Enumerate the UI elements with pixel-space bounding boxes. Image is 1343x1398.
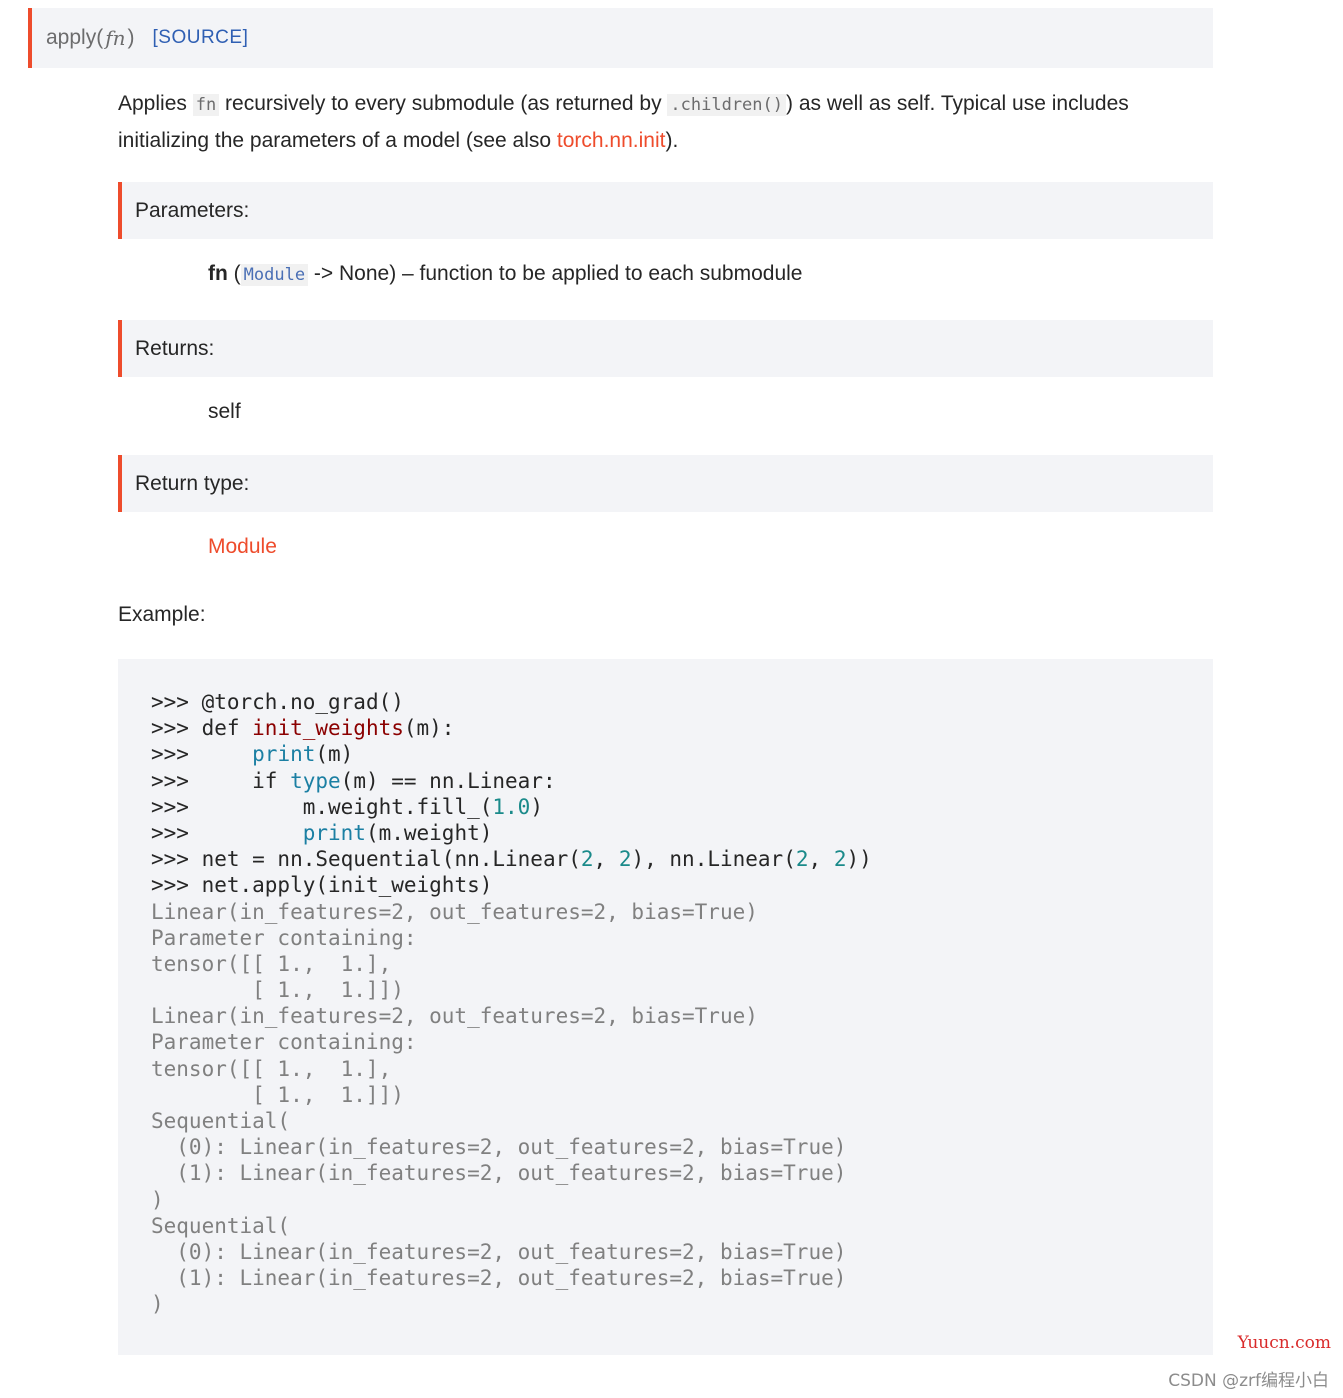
description: Applies fn recursively to every submodul… — [118, 86, 1198, 159]
watermark-csdn: CSDN @zrf编程小白 — [1168, 1371, 1329, 1391]
example-label: Example: — [118, 603, 206, 626]
parameter-fn-description: fn (Module -> None) – function to be app… — [208, 262, 803, 286]
output-line: ) — [151, 1292, 164, 1317]
param-open: ( — [227, 262, 241, 285]
desc-text-2: recursively to every submodule (as retur… — [219, 92, 668, 115]
output-line: [ 1., 1.]]) — [151, 1082, 404, 1107]
parameters-label: Parameters: — [135, 198, 250, 222]
code-line: >>> print(m.weight) — [151, 820, 493, 845]
output-line: [ 1., 1.]]) — [151, 978, 404, 1003]
inline-code-children: .children() — [667, 94, 786, 116]
desc-text-1: Applies — [118, 92, 193, 115]
code-line: >>> print(m) — [151, 742, 354, 767]
returns-label: Returns: — [135, 336, 215, 360]
code-line: >>> net.apply(init_weights) — [151, 873, 493, 898]
output-line: ) — [151, 1187, 164, 1212]
output-line: (0): Linear(in_features=2, out_features=… — [151, 1239, 847, 1264]
close-paren: ) — [127, 26, 135, 49]
output-line: (1): Linear(in_features=2, out_features=… — [151, 1266, 847, 1291]
output-line: Parameter containing: — [151, 1030, 417, 1055]
function-name: apply — [46, 26, 97, 49]
source-link[interactable]: [SOURCE] — [153, 27, 249, 49]
output-line: tensor([[ 1., 1.], — [151, 1056, 392, 1081]
watermark-site: Yuucn.com — [1237, 1333, 1331, 1353]
returns-value: self — [208, 400, 241, 423]
open-paren: ( — [96, 26, 104, 49]
output-line: Parameter containing: — [151, 925, 417, 950]
code-line: >>> if type(m) == nn.Linear: — [151, 768, 556, 793]
output-line: Sequential( — [151, 1213, 291, 1238]
return-type-link[interactable]: Module — [208, 535, 277, 559]
output-line: Sequential( — [151, 1109, 291, 1133]
output-line: Linear(in_features=2, out_features=2, bi… — [151, 899, 758, 924]
desc-text-4: ). — [665, 129, 679, 152]
module-type-link[interactable]: Module — [240, 264, 309, 286]
param-rest: -> None) – function to be applied to eac… — [308, 262, 803, 285]
return-type-header: Return type: — [118, 455, 1213, 512]
function-signature: apply(fn) [SOURCE] — [28, 8, 1213, 68]
code-line: >>> m.weight.fill_(1.0) — [151, 794, 543, 819]
output-line: tensor([[ 1., 1.], — [151, 951, 392, 976]
code-line: >>> net = nn.Sequential(nn.Linear(2, 2),… — [151, 847, 872, 872]
code-line: >>> @torch.no_grad() — [151, 690, 404, 714]
parameters-header: Parameters: — [118, 182, 1213, 239]
code-line: >>> def init_weights(m): — [151, 716, 455, 741]
param-name: fn — [208, 262, 228, 285]
returns-header: Returns: — [118, 320, 1213, 377]
return-type-label: Return type: — [135, 471, 250, 495]
output-line: (1): Linear(in_features=2, out_features=… — [151, 1161, 847, 1186]
inline-code-fn: fn — [192, 94, 220, 116]
output-line: (0): Linear(in_features=2, out_features=… — [151, 1135, 847, 1160]
code-example: >>> @torch.no_grad() >>> def init_weight… — [118, 659, 1213, 1355]
output-line: Linear(in_features=2, out_features=2, bi… — [151, 1004, 758, 1029]
param-fn: fn — [105, 26, 126, 50]
torch-nn-init-link[interactable]: torch.nn.init — [557, 129, 666, 152]
